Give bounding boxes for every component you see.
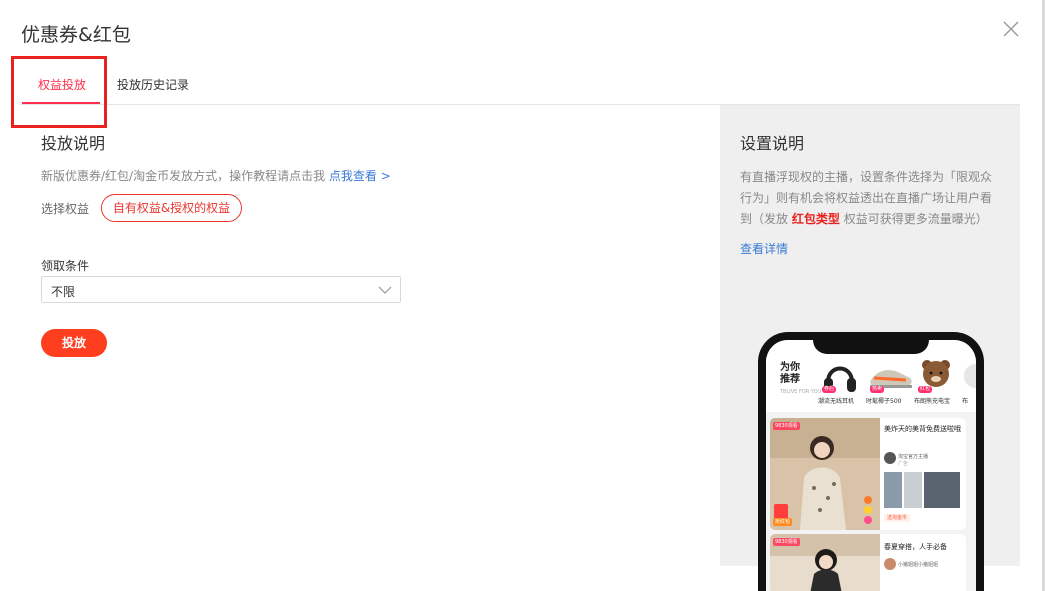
viewer-count-badge: 9830观看: [773, 422, 800, 430]
close-icon: [1003, 21, 1019, 37]
rec-item-partial: 布: [962, 356, 976, 406]
host-avatar: [884, 558, 896, 570]
panel-text-part2: 权益可获得更多流量曝光）: [843, 212, 988, 226]
rec-item-sneaker: 热卖 时髦椰子500: [866, 356, 912, 406]
product-image: [964, 364, 976, 388]
recommend-heading-line1: 为你: [780, 362, 800, 373]
panel-description: 有直播浮现权的主播，设置条件选择为「限观众行为」则有机会将权益透出在直播广场让用…: [740, 167, 1000, 230]
rec-tag: 券后: [822, 386, 837, 393]
annotation-highlight-box: [11, 56, 107, 128]
chevron-down-icon: [378, 286, 392, 294]
panel-title: 设置说明: [740, 134, 805, 153]
tutorial-link[interactable]: 点我查看 >: [329, 169, 391, 183]
live-cover-image: [770, 418, 880, 530]
tab-bar: 权益投放 投放历史记录: [20, 65, 1020, 105]
close-button[interactable]: [1000, 18, 1022, 40]
recommend-heading-line2: 推荐: [780, 374, 800, 385]
rec-item-headphones: 券后 潮流无线耳机: [818, 356, 862, 406]
select-benefit-label: 选择权益: [41, 202, 90, 216]
phone-preview: 为你 推荐 TBLIVE FOR YOU 券后 潮流无线耳机 热卖 时髦椰子50…: [758, 332, 984, 591]
host-name: 小猪姐姐小猪姐姐: [898, 562, 939, 568]
coupon-tag: 送淘金币: [884, 514, 911, 522]
phone-notch: [813, 332, 929, 354]
product-thumbnails: [884, 472, 960, 508]
tab-release-history[interactable]: 投放历史记录: [117, 76, 189, 93]
viewer-count-badge: 9830观看: [773, 538, 800, 546]
rec-item-name: 布: [962, 398, 969, 405]
benefit-type-pill[interactable]: 自有权益&授权的权益: [101, 194, 242, 222]
release-button[interactable]: 投放: [41, 329, 107, 357]
modal-title: 优惠券&红包: [21, 24, 131, 46]
recommend-heading: 为你 推荐: [780, 362, 800, 386]
rec-tag: 红包: [918, 386, 933, 393]
live-card-title: 春夏穿搭，人手必备: [884, 543, 947, 551]
host-sub: 广告: [898, 461, 909, 467]
live-card-1[interactable]: 9830观看 抢红包 美炸天的美背免费送啦哦 淘宝官方主播 广告 送淘金币: [770, 418, 966, 530]
redpacket-type-highlight: 红包类型: [791, 212, 840, 226]
phone-screen: 为你 推荐 TBLIVE FOR YOU 券后 潮流无线耳机 热卖 时髦椰子50…: [766, 340, 976, 591]
condition-label: 领取条件: [41, 259, 90, 273]
description-text: 新版优惠券/红包/淘金币发放方式，操作教程请点击我: [41, 169, 326, 183]
host-name: 淘宝官方主播: [898, 454, 929, 460]
settings-explanation-panel: 设置说明 有直播浮现权的主播，设置条件选择为「限观众行为」则有机会将权益透出在直…: [720, 105, 1020, 591]
host-avatar: [884, 452, 896, 464]
live-card-2[interactable]: 9830观看 春夏穿搭，人手必备 小猪姐姐小猪姐姐: [770, 534, 966, 591]
release-description: 新版优惠券/红包/淘金币发放方式，操作教程请点击我 点我查看 >: [41, 167, 391, 184]
rec-tag: 热卖: [870, 386, 885, 393]
rec-item-bear-powerbank: 红包 布朗熊充电宝: [914, 356, 958, 406]
live-card-title: 美炸天的美背免费送啦哦: [884, 425, 961, 433]
view-details-link[interactable]: 查看详情: [740, 240, 788, 257]
section-title: 投放说明: [41, 134, 106, 153]
red-packet-badge: 抢红包: [773, 518, 793, 526]
coupon-redpacket-modal: 优惠券&红包 权益投放 投放历史记录 投放说明 新版优惠券/红包/淘金币发放方式…: [0, 0, 1045, 591]
condition-value: 不限: [51, 285, 76, 299]
recommend-subtitle: TBLIVE FOR YOU: [780, 389, 822, 395]
condition-select[interactable]: 不限: [41, 276, 401, 303]
